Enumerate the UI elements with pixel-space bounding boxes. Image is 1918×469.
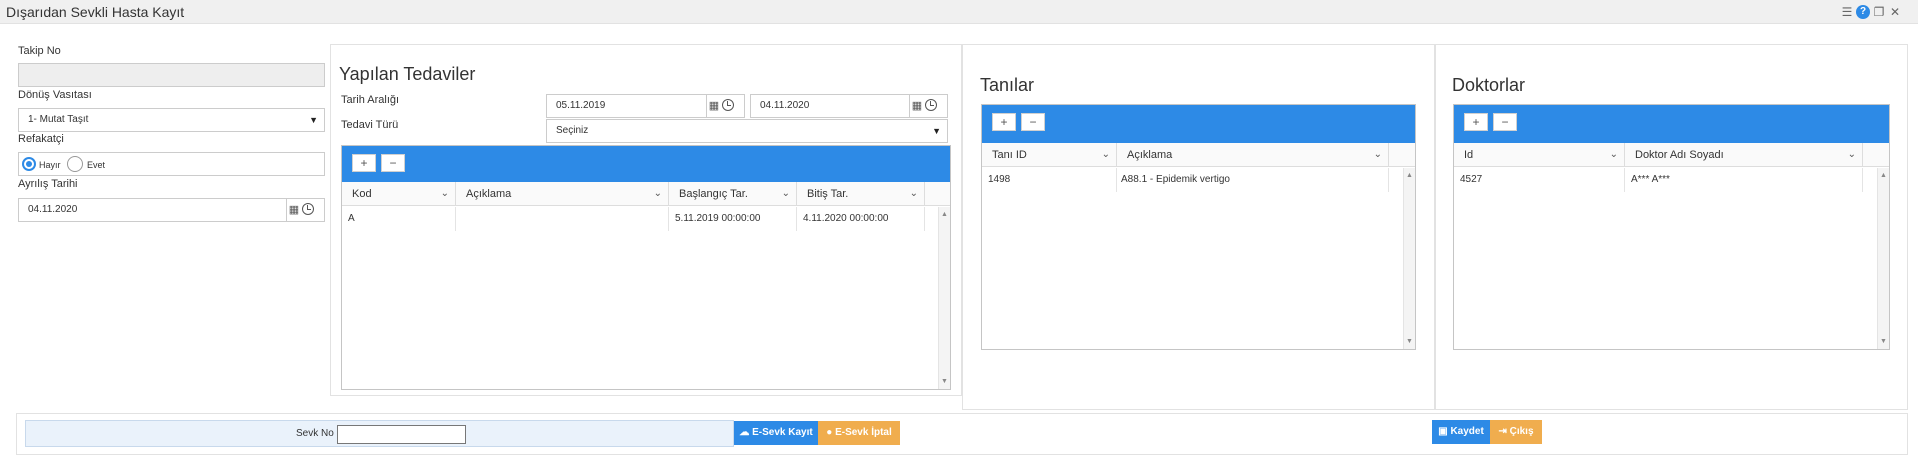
cell-tani-id: 1498 bbox=[982, 168, 1117, 192]
ayrilis-tarihi-value: 04.11.2020 bbox=[28, 204, 78, 215]
column-header-bitis[interactable]: Bitiş Tar. ⌄ bbox=[797, 182, 925, 206]
table-row[interactable]: A 5.11.2019 00:00:00 4.11.2020 00:00:00 bbox=[342, 207, 938, 231]
refakatci-evet-radio[interactable] bbox=[67, 156, 83, 172]
save-icon: ▣ bbox=[1438, 426, 1448, 437]
settings-sliders-icon[interactable]: ☰ bbox=[1840, 5, 1854, 19]
doctors-scrollbar[interactable]: ▲ ▼ bbox=[1877, 168, 1889, 349]
doctors-grid-toolbar: + − bbox=[1454, 105, 1889, 143]
treatments-grid: + − Kod ⌄ Açıklama ⌄ Başlangıç Tar. ⌄ Bitiş… bbox=[341, 145, 951, 390]
clock-icon[interactable] bbox=[721, 95, 735, 117]
add-diagnosis-button[interactable]: + bbox=[992, 113, 1016, 131]
treatment-type-value: Seçiniz bbox=[556, 125, 589, 136]
close-icon[interactable]: ✕ bbox=[1888, 5, 1902, 19]
treatments-grid-header: Kod ⌄ Açıklama ⌄ Başlangıç Tar. ⌄ Bitiş Tar… bbox=[342, 182, 950, 206]
table-row[interactable]: 4527 A*** A*** bbox=[1454, 168, 1877, 192]
column-header-id[interactable]: Id ⌄ bbox=[1454, 143, 1625, 167]
diagnoses-grid: + − Tanı ID ⌄ Açıklama ⌄ 1498 A88.1 - Epid… bbox=[981, 104, 1416, 350]
calendar-icon[interactable]: ▦ bbox=[707, 95, 721, 117]
treatments-scrollbar[interactable]: ▲ ▼ bbox=[938, 207, 950, 389]
ayrilis-tarihi-label: Ayrılış Tarihi bbox=[18, 178, 78, 190]
date-to-field[interactable]: 04.11.2020 ▦ bbox=[750, 94, 948, 118]
treatments-title: Yapılan Tedaviler bbox=[339, 64, 476, 84]
title-bar: Dışarıdan Sevkli Hasta Kayıt ☰ ? ❐ ✕ bbox=[0, 0, 1918, 24]
column-header-doktor-adi[interactable]: Doktor Adı Soyadı ⌄ bbox=[1625, 143, 1863, 167]
refakatci-label: Refakatçi bbox=[18, 133, 64, 145]
chevron-down-icon: ▼ bbox=[309, 115, 318, 125]
calendar-icon[interactable]: ▦ bbox=[910, 95, 924, 117]
add-doctor-button[interactable]: + bbox=[1464, 113, 1488, 131]
treatments-grid-toolbar: + − bbox=[342, 146, 950, 182]
date-to-buttons: ▦ bbox=[909, 95, 947, 117]
diagnoses-grid-toolbar: + − bbox=[982, 105, 1415, 143]
cikis-button[interactable]: ⇥ Çıkış bbox=[1490, 420, 1542, 444]
column-header-aciklama[interactable]: Açıklama ⌄ bbox=[456, 182, 669, 206]
remove-treatment-button[interactable]: − bbox=[381, 154, 405, 172]
cell-id: 4527 bbox=[1454, 168, 1625, 192]
remove-diagnosis-button[interactable]: − bbox=[1021, 113, 1045, 131]
doctors-grid-header: Id ⌄ Doktor Adı Soyadı ⌄ bbox=[1454, 143, 1889, 167]
cell-doktor-adi: A*** A*** bbox=[1625, 168, 1863, 192]
takip-no-label: Takip No bbox=[18, 45, 61, 57]
table-row[interactable]: 1498 A88.1 - Epidemik vertigo bbox=[982, 168, 1403, 192]
column-header-aciklama[interactable]: Açıklama ⌄ bbox=[1117, 143, 1389, 167]
donus-vasitasi-select[interactable]: 1- Mutat Taşıt ▼ bbox=[18, 108, 325, 132]
remove-doctor-button[interactable]: − bbox=[1493, 113, 1517, 131]
takip-no-field bbox=[18, 63, 325, 87]
cloud-upload-icon: ☁ bbox=[739, 427, 750, 438]
window-title: Dışarıdan Sevkli Hasta Kayıt bbox=[6, 4, 185, 20]
refakatci-hayir-radio[interactable] bbox=[22, 157, 36, 171]
diagnoses-title: Tanılar bbox=[980, 75, 1035, 95]
treatment-type-select[interactable]: Seçiniz ▼ bbox=[546, 119, 948, 143]
date-from-value: 05.11.2019 bbox=[556, 100, 606, 111]
refakatci-evet-label: Evet bbox=[87, 160, 106, 170]
date-range-label: Tarih Aralığı bbox=[341, 94, 400, 106]
doctors-grid: + − Id ⌄ Doktor Adı Soyadı ⌄ 4527 A*** A**… bbox=[1453, 104, 1890, 350]
calendar-icon[interactable]: ▦ bbox=[287, 199, 301, 221]
column-header-kod[interactable]: Kod ⌄ bbox=[342, 182, 456, 206]
restore-icon[interactable]: ❐ bbox=[1872, 5, 1886, 19]
treatment-type-label: Tedavi Türü bbox=[341, 119, 399, 131]
refakatci-hayir-label: Hayır bbox=[39, 160, 61, 170]
donus-vasitasi-value: 1- Mutat Taşıt bbox=[28, 114, 89, 125]
e-sevk-iptal-button[interactable]: ● E-Sevk İptal bbox=[818, 421, 900, 445]
help-icon[interactable]: ? bbox=[1856, 5, 1870, 19]
chevron-down-icon: ▼ bbox=[932, 126, 941, 136]
ayrilis-tarihi-field[interactable]: 04.11.2020 ▦ bbox=[18, 198, 325, 222]
e-sevk-kayit-button[interactable]: ☁ E-Sevk Kayıt bbox=[734, 421, 818, 445]
add-treatment-button[interactable]: + bbox=[352, 154, 376, 172]
clock-icon[interactable] bbox=[301, 199, 315, 221]
date-from-buttons: ▦ bbox=[706, 95, 744, 117]
sevk-no-input[interactable] bbox=[337, 425, 466, 444]
cell-kod: A bbox=[342, 207, 456, 231]
column-header-tani-id[interactable]: Tanı ID ⌄ bbox=[982, 143, 1117, 167]
sign-out-icon: ⇥ bbox=[1498, 426, 1507, 437]
diagnoses-grid-header: Tanı ID ⌄ Açıklama ⌄ bbox=[982, 143, 1415, 167]
date-from-field[interactable]: 05.11.2019 ▦ bbox=[546, 94, 745, 118]
donus-vasitasi-label: Dönüş Vasıtası bbox=[18, 89, 92, 101]
column-header-baslangic[interactable]: Başlangıç Tar. ⌄ bbox=[669, 182, 797, 206]
cell-aciklama: A88.1 - Epidemik vertigo bbox=[1117, 168, 1389, 192]
sevk-no-label: Sevk No bbox=[296, 428, 334, 439]
cell-bitis: 4.11.2020 00:00:00 bbox=[797, 207, 925, 231]
date-to-value: 04.11.2020 bbox=[760, 100, 810, 111]
cell-aciklama bbox=[456, 207, 669, 231]
cell-baslangic: 5.11.2019 00:00:00 bbox=[669, 207, 797, 231]
refakatci-radio-group: Hayır Evet bbox=[18, 152, 325, 176]
kaydet-button[interactable]: ▣ Kaydet bbox=[1432, 420, 1490, 444]
sevk-no-area: Sevk No bbox=[25, 420, 734, 447]
diagnoses-scrollbar[interactable]: ▲ ▼ bbox=[1403, 168, 1415, 349]
ayrilis-date-buttons: ▦ bbox=[286, 199, 324, 221]
doctors-title: Doktorlar bbox=[1452, 75, 1526, 95]
info-circle-icon: ● bbox=[826, 427, 833, 438]
clock-icon[interactable] bbox=[924, 95, 938, 117]
